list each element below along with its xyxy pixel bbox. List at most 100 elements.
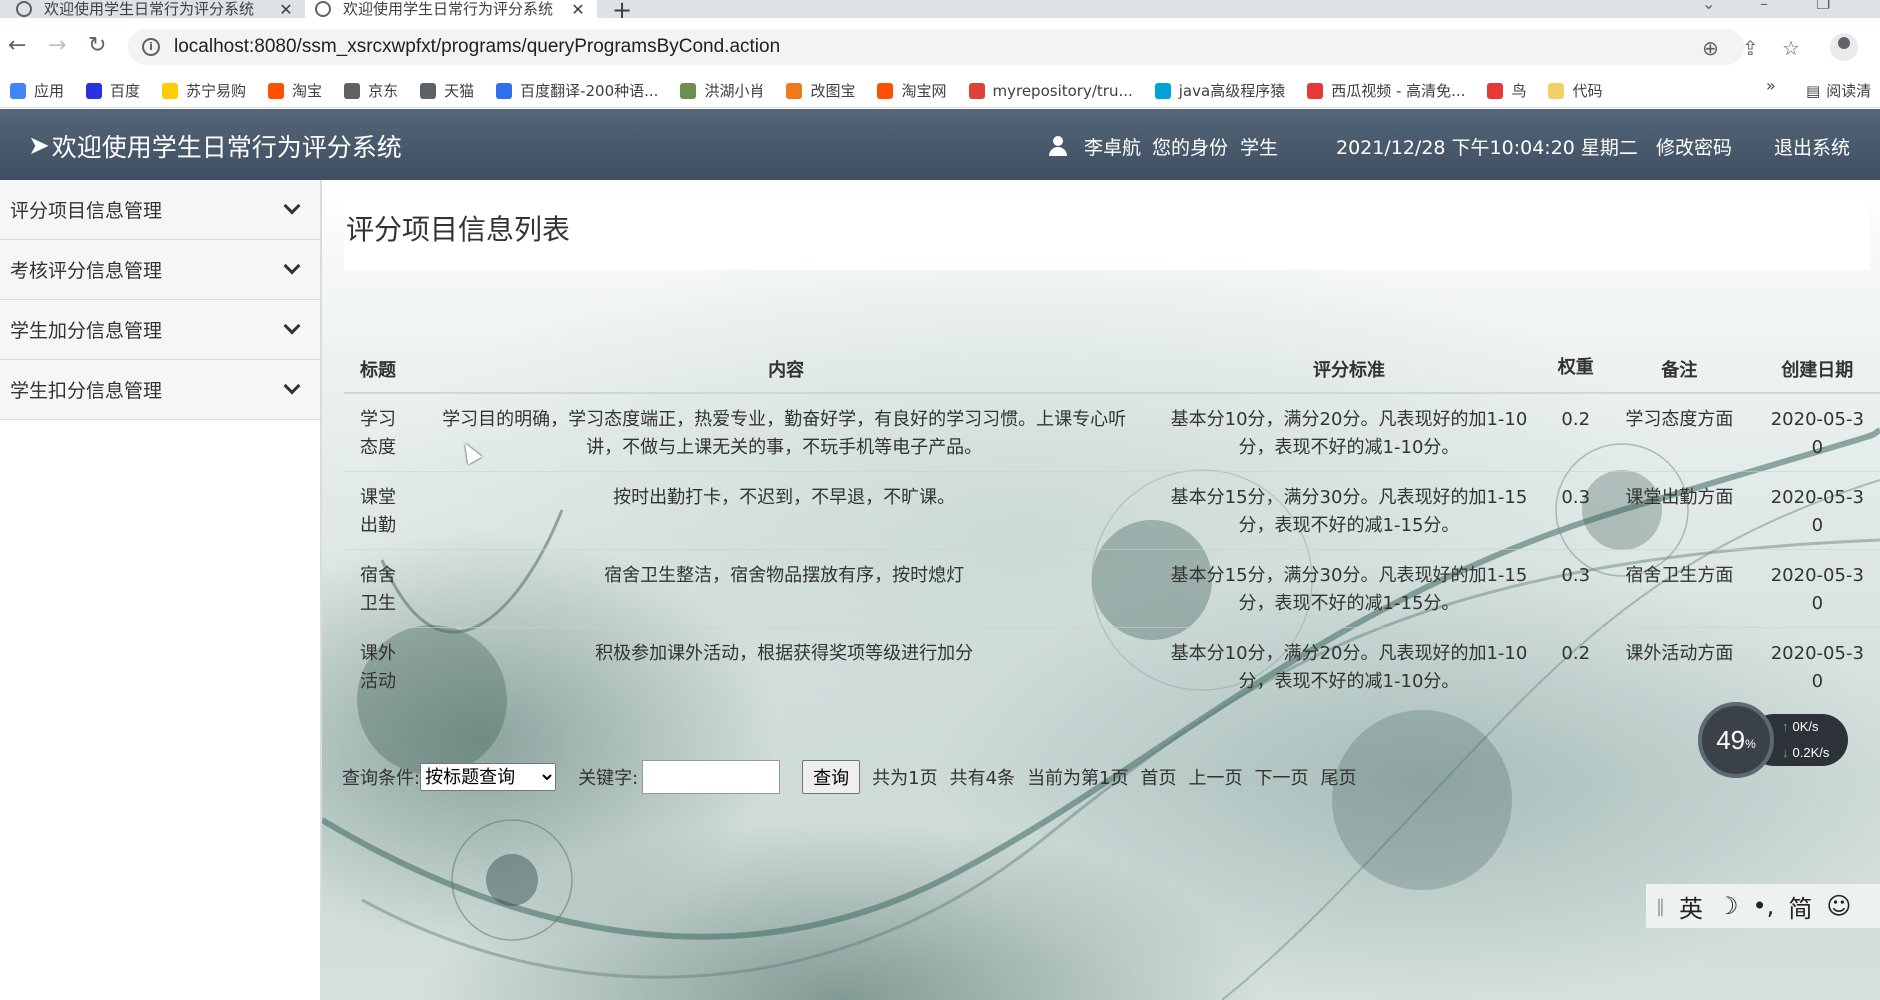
cpu-usage-value: 49 xyxy=(1716,724,1746,755)
bookmarks-more-button[interactable]: » xyxy=(1766,76,1776,95)
bookmark-item[interactable]: 苏宁易购 xyxy=(162,80,246,101)
app-brand: ➤ 欢迎使用学生日常行为评分系统 xyxy=(28,128,402,164)
bookmark-item[interactable]: 京东 xyxy=(344,80,398,101)
bookmark-item[interactable]: 百度 xyxy=(86,80,140,101)
bookmarks-bar: 应用 百度 苏宁易购 淘宝 京东 天猫 百度翻译-200种语... 洪湖小肖 改图宝 淘宝网 myr… xyxy=(0,74,1880,108)
bookmark-item[interactable]: 应用 xyxy=(10,80,64,101)
sidebar-item-label: 评分项目信息管理 xyxy=(10,200,163,222)
cell-title: 宿舍卫生 xyxy=(344,548,422,627)
sidebar-item-deduction-management[interactable]: 学生扣分信息管理 xyxy=(0,360,320,420)
app-header: ➤ 欢迎使用学生日常行为评分系统 李卓航 您的身份 学生 2021/12/28 … xyxy=(0,109,1880,180)
reading-list-label: 阅读清 xyxy=(1826,82,1872,100)
network-speed-widget[interactable]: ↑ 0K/s ↓ 0.2K/s 49% xyxy=(1698,702,1848,778)
cpu-usage-circle: 49% xyxy=(1698,702,1774,778)
bookmark-item[interactable]: 淘宝网 xyxy=(877,80,947,101)
cell-title: 课堂出勤 xyxy=(344,470,422,549)
browser-tabstrip: 欢迎使用学生日常行为评分系统 ✕ 欢迎使用学生日常行为评分系统 ✕ + ⌄ – … xyxy=(0,0,1880,24)
condition-label: 查询条件: xyxy=(342,768,421,789)
forward-arrow-icon[interactable]: → xyxy=(48,33,66,58)
bookmark-item[interactable]: 西瓜视频 - 高清免... xyxy=(1307,80,1465,101)
bookmark-item[interactable]: 鸟 xyxy=(1487,80,1526,101)
bookmark-favicon-icon xyxy=(268,82,285,99)
cell-remark: 宿舍卫生方面 xyxy=(1604,548,1755,627)
cell-remark: 课堂出勤方面 xyxy=(1604,470,1755,549)
ime-simplified-toggle[interactable]: 简 xyxy=(1788,889,1812,924)
cpu-usage-unit: % xyxy=(1745,737,1756,751)
address-url[interactable]: localhost:8080/ssm_xsrcxwpfxt/programs/q… xyxy=(174,36,780,58)
cell-criteria: 基本分15分，满分30分。凡表现好的加1-15分，表现不好的减1-15分。 xyxy=(1150,470,1548,549)
bookmark-item[interactable]: 天猫 xyxy=(420,80,474,101)
zoom-icon[interactable]: ⊕ xyxy=(1702,36,1719,60)
back-arrow-icon[interactable]: ← xyxy=(8,33,26,58)
bookmark-label: myrepository/tru... xyxy=(992,81,1133,100)
globe-icon xyxy=(315,1,331,17)
sidebar-item-assessment-management[interactable]: 考核评分信息管理 xyxy=(0,240,320,300)
sidebar-item-program-management[interactable]: 评分项目信息管理 xyxy=(0,180,320,240)
download-arrow-icon: ↓ xyxy=(1782,745,1789,760)
ime-language-toggle[interactable]: 英 xyxy=(1679,889,1703,924)
bookmark-item[interactable]: 百度翻译-200种语... xyxy=(496,80,658,101)
prev-page-link[interactable]: 上一页 xyxy=(1189,764,1243,790)
reading-list-button[interactable]: ▤ 阅读清 xyxy=(1806,80,1871,101)
table-row: 学习态度 学习目的明确，学习态度端正，热爱专业，勤奋好学，有良好的学习习惯。上课专… xyxy=(344,392,1880,471)
first-page-link[interactable]: 首页 xyxy=(1141,764,1177,790)
sidebar-item-label: 学生加分信息管理 xyxy=(10,320,163,342)
profile-avatar-icon[interactable] xyxy=(1830,33,1858,61)
download-speed: 0.2K/s xyxy=(1792,745,1830,760)
chevron-down-icon[interactable]: ⌄ xyxy=(1702,0,1715,13)
condition-select[interactable]: 按标题查询 xyxy=(420,763,557,791)
cell-criteria: 基本分10分，满分20分。凡表现好的加1-10分，表现不好的减1-10分。 xyxy=(1150,626,1548,705)
chevron-down-icon xyxy=(283,257,301,275)
table-row: 宿舍卫生 宿舍卫生整洁，宿舍物品摆放有序，按时熄灯 基本分15分，满分30分。凡表现… xyxy=(344,548,1880,627)
sidebar-item-bonus-management[interactable]: 学生加分信息管理 xyxy=(0,300,320,360)
bookmark-label: 百度 xyxy=(110,82,141,100)
cell-title: 学习态度 xyxy=(344,392,422,471)
minimize-icon[interactable]: – xyxy=(1760,0,1768,13)
chevron-down-icon xyxy=(283,317,301,335)
tab-title: 欢迎使用学生日常行为评分系统 xyxy=(343,0,554,18)
bookmark-item[interactable]: myrepository/tru... xyxy=(968,81,1133,100)
ime-moon-icon[interactable]: ☽ xyxy=(1717,892,1739,920)
share-icon[interactable]: ⇪ xyxy=(1742,36,1759,60)
total-records: 共有4条 xyxy=(949,768,1016,789)
ime-punctuation-icon[interactable]: •, xyxy=(1753,892,1775,920)
bookmark-item[interactable]: java高级程序猿 xyxy=(1154,80,1285,101)
cell-created-date: 2020-05-30 xyxy=(1754,548,1880,627)
bookmark-favicon-icon xyxy=(344,82,361,99)
cell-title: 课外活动 xyxy=(344,626,422,705)
bookmark-label: 苏宁易购 xyxy=(186,82,247,100)
bookmark-item[interactable]: 淘宝 xyxy=(268,80,322,101)
ime-emoji-icon[interactable]: ☺ xyxy=(1826,892,1851,920)
browser-tab[interactable]: 欢迎使用学生日常行为评分系统 ✕ xyxy=(0,0,305,19)
close-tab-icon[interactable]: ✕ xyxy=(275,0,297,19)
bookmark-item[interactable]: 改图宝 xyxy=(786,80,855,101)
close-tab-icon[interactable]: ✕ xyxy=(567,0,589,19)
column-header-criteria: 评分标准 xyxy=(1150,319,1548,394)
next-page-link[interactable]: 下一页 xyxy=(1255,764,1309,790)
star-icon[interactable]: ☆ xyxy=(1782,36,1800,60)
keyword-label: 关键字: xyxy=(578,768,639,789)
cell-criteria: 基本分10分，满分20分。凡表现好的加1-10分，表现不好的减1-10分。 xyxy=(1150,392,1548,471)
new-tab-button[interactable]: + xyxy=(612,0,632,24)
keyword-input[interactable] xyxy=(642,760,781,794)
query-button[interactable]: 查询 xyxy=(802,760,861,794)
globe-icon xyxy=(16,1,32,17)
ime-handle-icon[interactable]: ‖ xyxy=(1656,896,1665,917)
change-password-link[interactable]: 修改密码 xyxy=(1656,133,1732,160)
restore-icon[interactable]: ❐ xyxy=(1816,0,1830,13)
bookmark-favicon-icon xyxy=(877,82,894,99)
address-bar[interactable]: i localhost:8080/ssm_xsrcxwpfxt/programs… xyxy=(128,29,1744,65)
cell-content: 按时出勤打卡，不迟到，不早退，不旷课。 xyxy=(421,470,1151,549)
bookmark-favicon-icon xyxy=(1154,82,1171,99)
logout-link[interactable]: 退出系统 xyxy=(1774,133,1850,160)
reload-icon[interactable]: ↻ xyxy=(88,33,106,58)
column-header-weight: 权重 xyxy=(1547,319,1605,394)
bookmark-favicon-icon xyxy=(496,82,513,99)
tab-title: 欢迎使用学生日常行为评分系统 xyxy=(44,0,255,18)
bookmark-item[interactable]: 洪湖小肖 xyxy=(680,80,764,101)
bookmark-item[interactable]: 代码 xyxy=(1548,80,1603,101)
upload-arrow-icon: ↑ xyxy=(1782,719,1789,734)
browser-tab-active[interactable]: 欢迎使用学生日常行为评分系统 ✕ xyxy=(305,0,597,19)
last-page-link[interactable]: 尾页 xyxy=(1321,764,1357,790)
info-icon[interactable]: i xyxy=(142,38,160,56)
